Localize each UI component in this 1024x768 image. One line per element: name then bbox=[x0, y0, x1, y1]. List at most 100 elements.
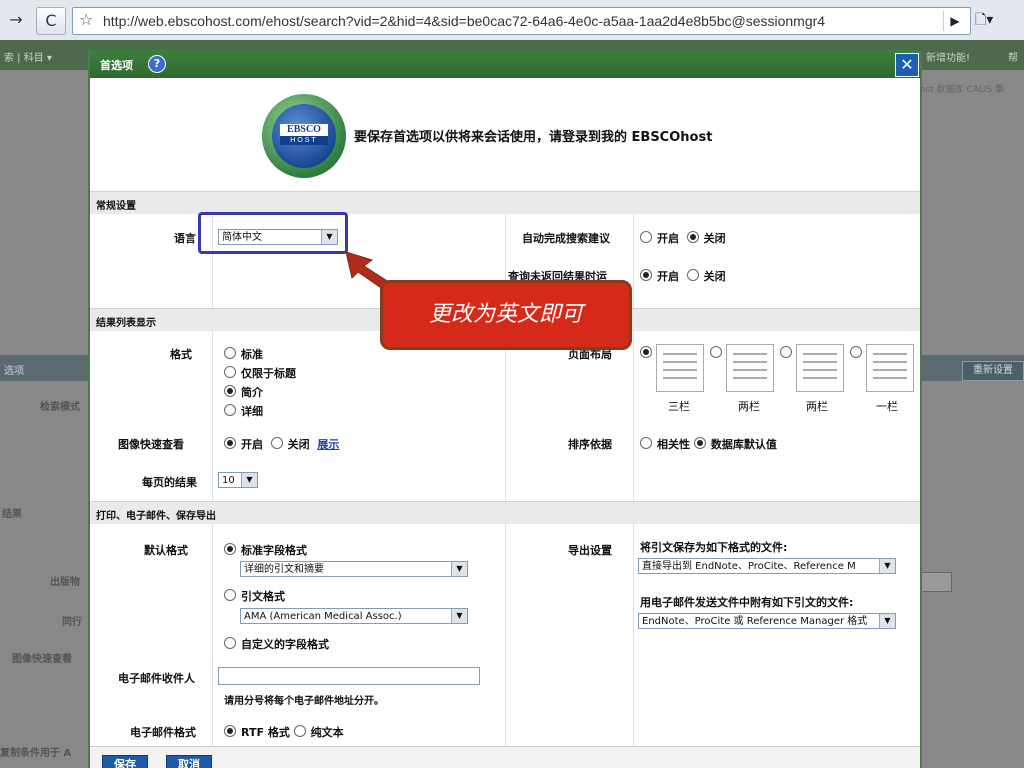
format-title-label: 仅限于标题 bbox=[241, 367, 296, 380]
chevron-down-icon: ▼ bbox=[241, 473, 257, 487]
format-standard-radio[interactable] bbox=[224, 347, 236, 359]
export-label: 导出设置 bbox=[568, 544, 612, 557]
citation-format-radio[interactable] bbox=[224, 589, 236, 601]
email-rtf-radio[interactable] bbox=[224, 725, 236, 737]
divider bbox=[212, 524, 213, 746]
divider bbox=[505, 331, 506, 501]
reload-button[interactable]: C bbox=[36, 7, 66, 35]
back-button[interactable]: → bbox=[2, 7, 30, 33]
save-button[interactable]: 保存 bbox=[102, 755, 148, 768]
layout-2col-a-label: 两栏 bbox=[738, 400, 760, 413]
export-email-value: EndNote、ProCite 或 Reference Manager 格式 bbox=[642, 616, 868, 627]
autocomplete-off-radio[interactable] bbox=[686, 231, 699, 243]
layout-1col-radio[interactable] bbox=[850, 346, 862, 358]
image-off-label: 关闭 bbox=[287, 438, 310, 451]
divider bbox=[505, 524, 506, 746]
section-print-title: 打印、电子邮件、保存导出 bbox=[96, 511, 216, 522]
language-label: 语言 bbox=[174, 232, 196, 245]
format-brief[interactable]: 简介 bbox=[224, 384, 263, 400]
default-format-label: 默认格式 bbox=[144, 544, 188, 557]
autocomplete-off-label: 关闭 bbox=[703, 232, 726, 245]
image-on-label: 开启 bbox=[241, 438, 263, 451]
citation-format-option[interactable]: 引文格式 bbox=[224, 588, 285, 604]
bg-nav-new: 新增功能! bbox=[926, 53, 971, 64]
query-options: 开启 关闭 bbox=[640, 268, 726, 284]
login-message: 要保存首选项以供将来会话使用，请登录到我的 EBSCOhost bbox=[354, 130, 713, 145]
bookmark-star-icon[interactable]: ☆ bbox=[79, 10, 93, 29]
field-format-radio[interactable] bbox=[224, 543, 236, 555]
format-standard[interactable]: 标准 bbox=[224, 346, 263, 362]
citation-format-label: 引文格式 bbox=[241, 590, 285, 603]
format-standard-label: 标准 bbox=[241, 348, 263, 361]
cancel-button[interactable]: 取消 bbox=[166, 755, 212, 768]
format-title-radio[interactable] bbox=[224, 366, 236, 378]
image-off-radio[interactable] bbox=[270, 437, 283, 449]
sort-default-radio[interactable] bbox=[693, 437, 706, 449]
bg-label-publication: 出版物 bbox=[50, 577, 80, 588]
logo-text-ebsco: EBSCO bbox=[280, 124, 328, 136]
address-bar[interactable]: ☆ http://web.ebscohost.com/ehost/search?… bbox=[72, 7, 971, 35]
url-text: http://web.ebscohost.com/ehost/search?vi… bbox=[103, 13, 826, 29]
query-on-label: 开启 bbox=[657, 270, 679, 283]
autocomplete-options: 开启 关闭 bbox=[640, 230, 726, 246]
email-hint: 请用分号将每个电子邮件地址分开。 bbox=[224, 696, 384, 707]
format-detailed-radio[interactable] bbox=[224, 404, 236, 416]
format-title-only[interactable]: 仅限于标题 bbox=[224, 365, 296, 381]
citation-format-select[interactable]: AMA (American Medical Assoc.) ▼ bbox=[240, 608, 468, 624]
email-plain-radio[interactable] bbox=[293, 725, 306, 737]
format-detailed[interactable]: 详细 bbox=[224, 403, 263, 419]
preferences-dialog: 首选项 ? ✕ EBSCO HOST 要保存首选项以供将来会话使用，请登录到我的… bbox=[88, 50, 922, 768]
layout-2col-a-thumb[interactable] bbox=[726, 344, 774, 392]
custom-format-radio[interactable] bbox=[224, 637, 236, 649]
per-page-select[interactable]: 10 ▼ bbox=[218, 472, 258, 488]
page-menu-icon[interactable]: 🗋▾ bbox=[975, 7, 1015, 33]
per-page-value: 10 bbox=[222, 475, 235, 486]
query-off-radio[interactable] bbox=[686, 269, 699, 281]
citation-format-value: AMA (American Medical Assoc.) bbox=[244, 611, 402, 622]
image-show-link[interactable]: 展示 bbox=[317, 438, 339, 451]
section-results-title: 结果列表显示 bbox=[96, 318, 156, 329]
section-general: 常规设置 bbox=[90, 191, 920, 214]
sort-default-label: 数据库默认值 bbox=[710, 438, 777, 451]
sort-relevance-label: 相关性 bbox=[657, 438, 690, 451]
close-icon[interactable]: ✕ bbox=[895, 53, 919, 77]
layout-2col-b-radio[interactable] bbox=[780, 346, 792, 358]
image-on-radio[interactable] bbox=[224, 437, 236, 449]
field-format-select[interactable]: 详细的引文和摘要 ▼ bbox=[240, 561, 468, 577]
bg-note: ost 数据库 CALIS 集 bbox=[920, 85, 1005, 95]
image-quickview-label: 图像快速查看 bbox=[118, 438, 184, 451]
layout-3col-radio[interactable] bbox=[640, 346, 652, 358]
bg-nav-left: 索 | 科目 ▾ bbox=[4, 53, 52, 64]
custom-format-label: 自定义的字段格式 bbox=[241, 638, 329, 651]
field-format-value: 详细的引文和摘要 bbox=[244, 564, 324, 575]
sort-relevance-radio[interactable] bbox=[640, 437, 652, 449]
divider bbox=[633, 331, 634, 501]
email-recipient-label: 电子邮件收件人 bbox=[118, 672, 195, 685]
bg-label-mode: 检索模式 bbox=[40, 402, 80, 413]
query-on-radio[interactable] bbox=[640, 269, 652, 281]
layout-1col-thumb[interactable] bbox=[866, 344, 914, 392]
sort-label: 排序依据 bbox=[568, 438, 612, 451]
autocomplete-on-radio[interactable] bbox=[640, 231, 652, 243]
layout-2col-b-thumb[interactable] bbox=[796, 344, 844, 392]
divider bbox=[633, 524, 634, 746]
layout-3col-label: 三栏 bbox=[668, 400, 690, 413]
chevron-down-icon: ▼ bbox=[879, 614, 895, 628]
bg-input bbox=[918, 572, 952, 592]
layout-3col-thumb[interactable] bbox=[656, 344, 704, 392]
email-recipient-input[interactable] bbox=[218, 667, 480, 685]
email-format-options: RTF 格式 纯文本 bbox=[224, 724, 344, 740]
help-icon[interactable]: ? bbox=[148, 55, 166, 73]
dialog-titlebar: 首选项 ? ✕ bbox=[90, 50, 920, 78]
bg-label-results: 结果 bbox=[2, 509, 22, 520]
format-brief-radio[interactable] bbox=[224, 385, 236, 397]
custom-format-option[interactable]: 自定义的字段格式 bbox=[224, 636, 329, 652]
chevron-down-icon: ▼ bbox=[451, 562, 467, 576]
go-arrow-icon[interactable]: ▶ bbox=[943, 11, 966, 31]
field-format-option[interactable]: 标准字段格式 bbox=[224, 542, 307, 558]
export-save-select[interactable]: 直接导出到 EndNote、ProCite、Reference M ▼ bbox=[638, 558, 896, 574]
export-email-select[interactable]: EndNote、ProCite 或 Reference Manager 格式 ▼ bbox=[638, 613, 896, 629]
layout-2col-a-radio[interactable] bbox=[710, 346, 722, 358]
autocomplete-on-label: 开启 bbox=[657, 232, 679, 245]
bg-label-options: 选项 bbox=[4, 366, 24, 377]
